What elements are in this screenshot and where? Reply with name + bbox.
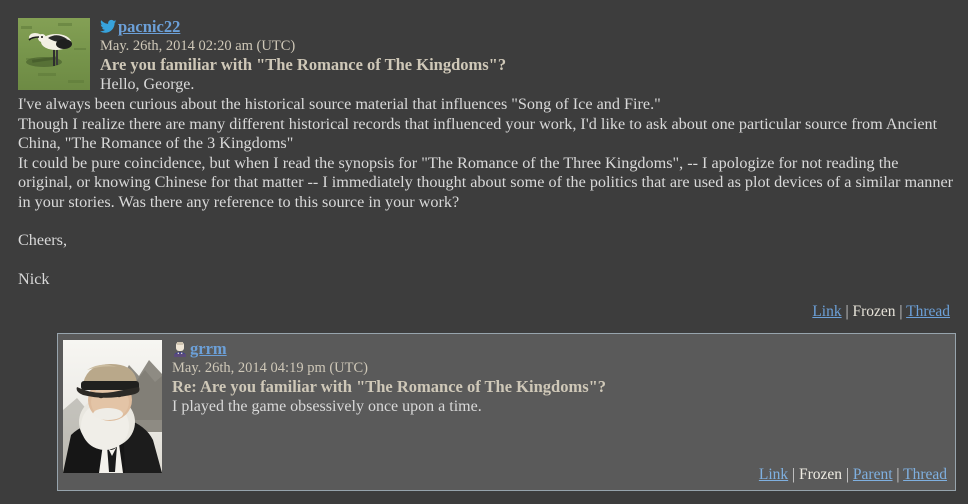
username-link-grrm[interactable]: grrm <box>190 339 227 358</box>
reply-actions: Link | Frozen | Parent | Thread <box>759 466 947 484</box>
action-separator-1: | <box>841 303 853 320</box>
body-signoff: Cheers, <box>18 231 67 249</box>
reply-action-separator-3: | <box>892 466 904 483</box>
reply-body: I played the game obsessively once upon … <box>172 398 482 415</box>
link-action[interactable]: Link <box>812 303 841 320</box>
comment-actions: Link | Frozen | Thread <box>18 289 954 321</box>
reply-action-separator-1: | <box>788 466 800 483</box>
body-paragraph-3: It could be pure coincidence, but when I… <box>18 153 954 211</box>
body-paragraph-2: Though I realize there are many differen… <box>18 114 938 153</box>
reply-thread-action[interactable]: Thread <box>903 466 947 483</box>
comment-header: pacnic22 May. 26th, 2014 02:20 am (UTC) … <box>18 18 954 94</box>
twitter-bird-icon <box>100 19 117 35</box>
body-signature: Nick <box>18 269 50 288</box>
frozen-action: Frozen <box>852 303 896 320</box>
username-link-pacnic22[interactable]: pacnic22 <box>118 17 180 36</box>
comment-body: I've always been curious about the histo… <box>18 94 954 289</box>
body-spacer-2 <box>18 251 954 270</box>
reply-inner: grrm May. 26th, 2014 04:19 pm (UTC) Re: … <box>58 334 955 490</box>
comment-timestamp: May. 26th, 2014 02:20 am (UTC) <box>100 38 296 54</box>
reply-link-action[interactable]: Link <box>759 466 788 483</box>
comment-thread-page: pacnic22 May. 26th, 2014 02:20 am (UTC) … <box>0 0 968 504</box>
thread-action[interactable]: Thread <box>906 303 950 320</box>
comment-header-lines: pacnic22 May. 26th, 2014 02:20 am (UTC) … <box>100 18 954 94</box>
reply-parent-action[interactable]: Parent <box>853 466 893 483</box>
reply-comment: grrm May. 26th, 2014 04:19 pm (UTC) Re: … <box>57 333 956 491</box>
body-paragraph-1: I've always been curious about the histo… <box>18 95 661 113</box>
reply-header-lines: grrm May. 26th, 2014 04:19 pm (UTC) Re: … <box>172 340 947 416</box>
comment-greeting: Hello, George. <box>100 76 195 93</box>
reply-action-separator-2: | <box>842 466 853 483</box>
comment-subject: Are you familiar with "The Romance of Th… <box>100 55 507 74</box>
bearded-man-in-cap-userpic <box>63 340 162 473</box>
bird-on-grass-userpic <box>18 18 90 90</box>
action-separator-2: | <box>895 303 907 320</box>
lj-user-person-icon <box>172 341 189 357</box>
reply-user-line: grrm <box>172 340 947 359</box>
reply-frozen-action: Frozen <box>799 466 843 483</box>
avatar[interactable] <box>18 18 90 90</box>
reply-subject: Re: Are you familiar with "The Romance o… <box>172 377 607 396</box>
user-line: pacnic22 <box>100 18 954 37</box>
reply-timestamp: May. 26th, 2014 04:19 pm (UTC) <box>172 360 369 376</box>
reply-avatar[interactable] <box>63 340 162 473</box>
top-level-comment: pacnic22 May. 26th, 2014 02:20 am (UTC) … <box>0 0 968 321</box>
